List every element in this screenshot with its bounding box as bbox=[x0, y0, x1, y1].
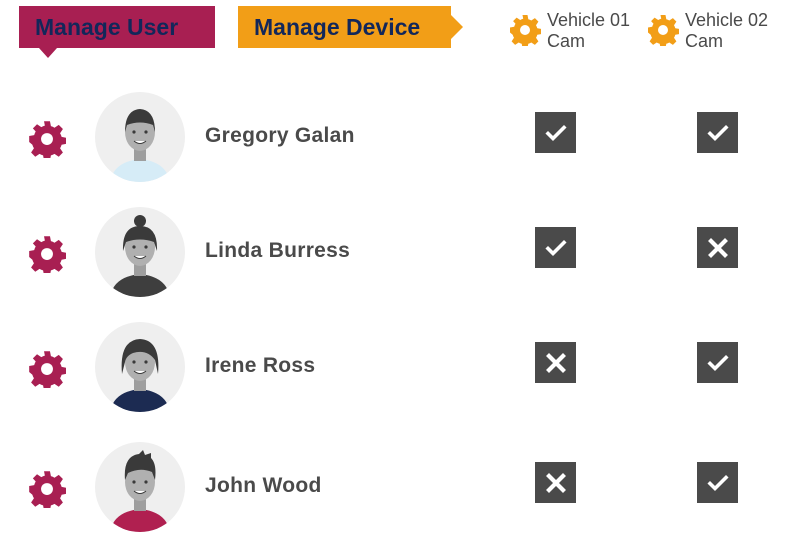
user-row: John Wood bbox=[0, 442, 802, 532]
user-name: John Wood bbox=[205, 474, 322, 497]
avatar bbox=[95, 442, 185, 532]
access-denied-checkbox[interactable] bbox=[697, 227, 738, 268]
gear-icon bbox=[648, 15, 679, 46]
access-granted-checkbox[interactable] bbox=[535, 227, 576, 268]
cross-icon bbox=[707, 237, 728, 258]
avatar bbox=[95, 322, 185, 412]
cross-icon bbox=[545, 352, 566, 373]
column-header-vehicle-02[interactable]: Vehicle 02 Cam bbox=[647, 10, 785, 52]
access-granted-checkbox[interactable] bbox=[535, 112, 576, 153]
user-row: Irene Ross bbox=[0, 322, 802, 412]
tab-manage-device-label: Manage Device bbox=[254, 13, 421, 40]
avatar bbox=[95, 92, 185, 182]
access-denied-checkbox[interactable] bbox=[535, 342, 576, 383]
user-name: Irene Ross bbox=[205, 354, 316, 377]
tab-manage-user[interactable]: Manage User bbox=[19, 6, 215, 58]
check-icon bbox=[706, 474, 729, 491]
user-settings-gear-icon[interactable] bbox=[28, 120, 67, 161]
tab-manage-device[interactable]: Manage Device bbox=[238, 6, 463, 48]
user-settings-gear-icon[interactable] bbox=[28, 470, 67, 511]
access-granted-checkbox[interactable] bbox=[697, 342, 738, 383]
user-name: Gregory Galan bbox=[205, 124, 355, 147]
user-row: Gregory Galan bbox=[0, 92, 802, 182]
access-granted-checkbox[interactable] bbox=[697, 112, 738, 153]
check-icon bbox=[544, 239, 567, 256]
tab-manage-user-label: Manage User bbox=[35, 13, 179, 40]
access-denied-checkbox[interactable] bbox=[535, 462, 576, 503]
check-icon bbox=[706, 354, 729, 371]
access-granted-checkbox[interactable] bbox=[697, 462, 738, 503]
column-header-label: Vehicle 02 Cam bbox=[685, 10, 769, 51]
user-name: Linda Burress bbox=[205, 239, 351, 262]
avatar bbox=[95, 207, 185, 297]
user-row: Linda Burress bbox=[0, 207, 802, 297]
column-header-vehicle-01[interactable]: Vehicle 01 Cam bbox=[509, 10, 647, 52]
user-settings-gear-icon[interactable] bbox=[28, 350, 67, 391]
gear-icon bbox=[510, 15, 541, 46]
cross-icon bbox=[545, 472, 566, 493]
check-icon bbox=[706, 124, 729, 141]
column-header-label: Vehicle 01 Cam bbox=[547, 10, 631, 51]
check-icon bbox=[544, 124, 567, 141]
user-settings-gear-icon[interactable] bbox=[28, 235, 67, 276]
